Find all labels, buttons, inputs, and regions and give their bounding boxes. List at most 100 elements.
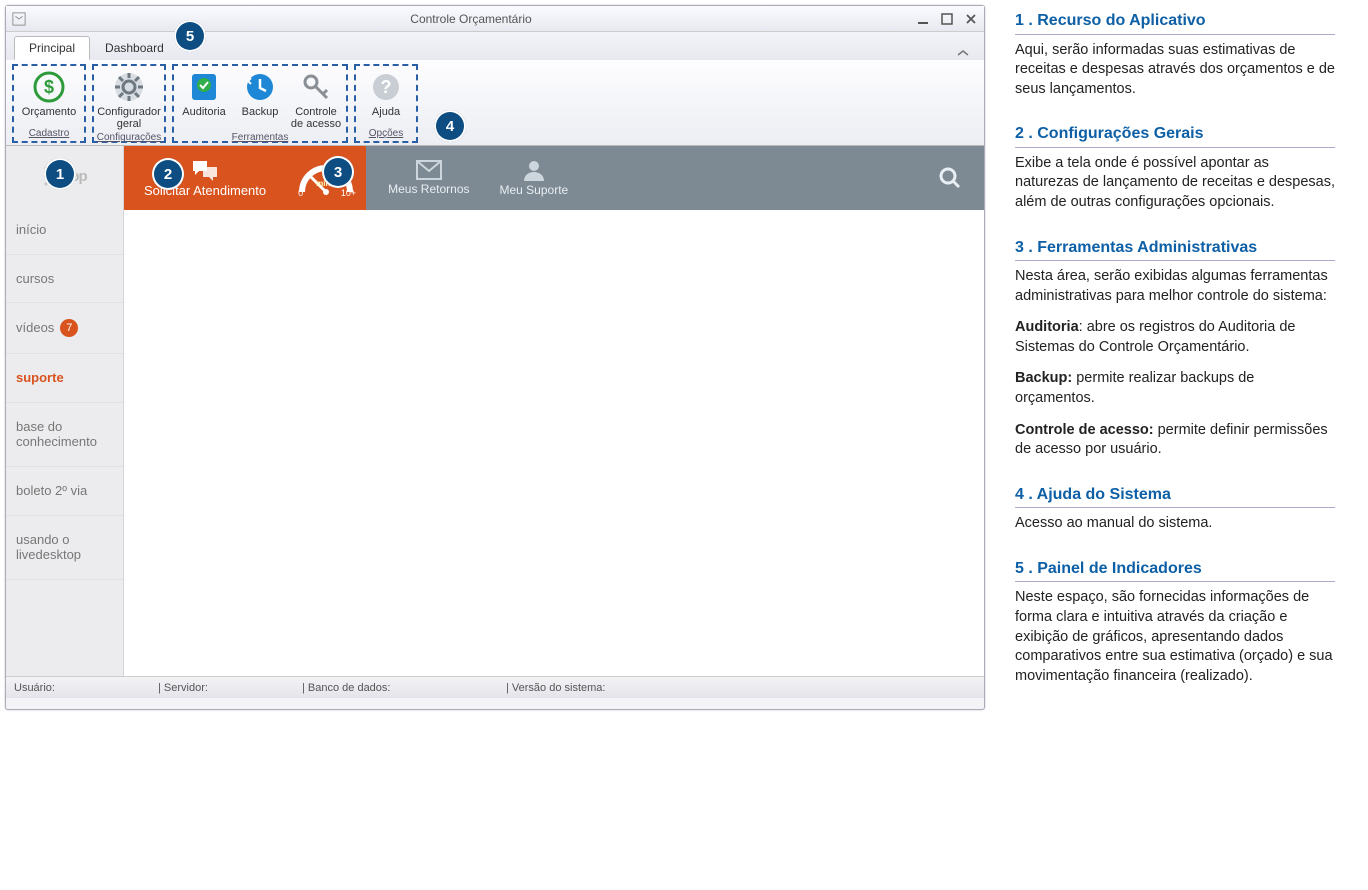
configurador-geral-button[interactable]: Configurador geral — [96, 68, 162, 132]
ribbon-btn-label: Ajuda — [372, 106, 400, 118]
doc-definition: Backup: permite realizar backups de orça… — [1015, 369, 1335, 408]
doc-body: Aqui, serão informadas suas estimativas … — [1015, 41, 1335, 100]
ribbon-collapse-icon[interactable] — [950, 46, 976, 60]
sidebar-item-label: início — [16, 222, 46, 238]
doc-body: Exibe a tela onde é possível apontar as … — [1015, 154, 1335, 213]
action-label: Meus Retornos — [388, 182, 469, 196]
solicitar-atendimento-button[interactable]: Solicitar Atendimento — [124, 146, 286, 210]
doc-paragraph: Exibe a tela onde é possível apontar as … — [1015, 154, 1335, 213]
doc-section: 5 . Painel de Indicadores Neste espaço, s… — [1015, 558, 1335, 686]
content-area: top início cursos vídeos 7 suporte base … — [6, 146, 984, 676]
minimize-icon[interactable] — [916, 12, 930, 26]
callout-2: 2 — [152, 158, 184, 190]
doc-title: 1 . Recurso do Aplicativo — [1015, 10, 1335, 35]
callout-3: 3 — [322, 156, 354, 188]
ribbon-btn-label: Orçamento — [22, 106, 76, 118]
page-body: Solicitar Atendimento 0 min 10+ — [124, 146, 984, 676]
ribbon-btn-label: Configurador geral — [97, 106, 161, 130]
ribbon-btn-label: Controle de acesso — [290, 106, 342, 130]
callout-4: 4 — [434, 110, 466, 142]
ribbon-btn-label: Auditoria — [182, 106, 225, 118]
backup-icon — [243, 70, 277, 104]
maximize-icon[interactable] — [940, 12, 954, 26]
close-icon[interactable] — [964, 12, 978, 26]
titlebar: Controle Orçamentário — [6, 6, 984, 32]
doc-body: Acesso ao manual do sistema. — [1015, 514, 1335, 534]
content-canvas — [124, 210, 984, 676]
person-icon — [522, 159, 546, 181]
sidebar-item-label: boleto 2º via — [16, 483, 87, 499]
doc-body: Nesta área, serão exibidas algumas ferra… — [1015, 267, 1335, 460]
sidebar-item-cursos[interactable]: cursos — [6, 255, 123, 304]
sidebar-item-label: vídeos — [16, 320, 54, 336]
gauge-max: 10+ — [341, 188, 356, 198]
help-icon: ? — [369, 70, 403, 104]
doc-body: Neste espaço, são fornecidas informações… — [1015, 588, 1335, 686]
ribbon-group-ferramentas: Auditoria Backup Controle de acesso — [172, 64, 348, 143]
sidebar-item-label: cursos — [16, 271, 54, 287]
ribbon-group-cadastro: $ Orçamento Cadastro — [12, 64, 86, 143]
ribbon-group-label: Ferramentas — [232, 132, 289, 145]
ribbon-tab-principal[interactable]: Principal — [14, 36, 90, 60]
key-icon — [299, 70, 333, 104]
window-title: Controle Orçamentário — [26, 12, 916, 26]
doc-section: 1 . Recurso do Aplicativo Aqui, serão inf… — [1015, 10, 1335, 99]
status-usuario: Usuário: — [14, 682, 154, 694]
doc-panel: 1 . Recurso do Aplicativo Aqui, serão inf… — [1015, 0, 1345, 710]
ribbon-group-label: Configurações — [97, 132, 161, 145]
auditoria-button[interactable]: Auditoria — [176, 68, 232, 132]
ribbon-group-label: Opções — [369, 128, 403, 141]
sidebar-item-boleto[interactable]: boleto 2º via — [6, 467, 123, 516]
sidebar-item-base-conhecimento[interactable]: base do conhecimento — [6, 403, 123, 467]
doc-section: 4 . Ajuda do SistemaAcesso ao manual do … — [1015, 484, 1335, 534]
doc-paragraph: Acesso ao manual do sistema. — [1015, 514, 1335, 534]
shield-check-icon — [187, 70, 221, 104]
sidebar-item-label: usando o livedesktop — [16, 532, 113, 563]
chat-icon — [191, 159, 219, 181]
app-menu-icon[interactable] — [12, 12, 26, 26]
status-banco: | Banco de dados: — [302, 682, 502, 694]
statusbar: Usuário: | Servidor: | Banco de dados: |… — [6, 676, 984, 698]
status-versao: | Versão do sistema: — [506, 682, 646, 694]
ribbon-btn-label: Backup — [242, 106, 279, 118]
doc-definition: Controle de acesso: permite definir perm… — [1015, 421, 1335, 460]
svg-text:?: ? — [381, 77, 392, 97]
status-servidor: | Servidor: — [158, 682, 298, 694]
search-icon[interactable] — [938, 166, 962, 190]
gray-action-bar: Meus Retornos Meu Suporte — [366, 146, 984, 210]
ajuda-button[interactable]: ? Ajuda — [358, 68, 414, 120]
callout-5: 5 — [174, 20, 206, 52]
ribbon-tabs: Principal Dashboard — [6, 32, 984, 60]
svg-text:$: $ — [44, 77, 54, 97]
meu-suporte-button[interactable]: Meu Suporte — [500, 159, 569, 197]
sidebar: top início cursos vídeos 7 suporte base … — [6, 146, 124, 676]
gauge-min: 0 — [298, 188, 303, 198]
sidebar-item-livedesktop[interactable]: usando o livedesktop — [6, 516, 123, 580]
sidebar-item-videos[interactable]: vídeos 7 — [6, 303, 123, 354]
doc-section: 2 . Configurações Gerais Exibe a tela ond… — [1015, 123, 1335, 212]
gear-icon — [112, 70, 146, 104]
ribbon-tab-dashboard[interactable]: Dashboard — [90, 36, 179, 60]
envelope-icon — [416, 160, 442, 180]
ribbon-group-label: Cadastro — [29, 128, 70, 141]
doc-title: 5 . Painel de Indicadores — [1015, 558, 1335, 583]
doc-title: 2 . Configurações Gerais — [1015, 123, 1335, 148]
sidebar-item-inicio[interactable]: início — [6, 206, 123, 255]
top-action-bar: Solicitar Atendimento 0 min 10+ — [124, 146, 984, 210]
doc-paragraph: Nesta área, serão exibidas algumas ferra… — [1015, 267, 1335, 306]
badge: 7 — [60, 319, 78, 337]
doc-paragraph: Neste espaço, são fornecidas informações… — [1015, 588, 1335, 686]
sidebar-item-suporte[interactable]: suporte — [6, 354, 123, 403]
doc-paragraph: Aqui, serão informadas suas estimativas … — [1015, 41, 1335, 100]
app-window: 1 2 3 4 5 Controle Orçamentário Principa… — [5, 5, 985, 710]
meus-retornos-button[interactable]: Meus Retornos — [388, 160, 469, 196]
doc-definition: Auditoria: abre os registros do Auditori… — [1015, 318, 1335, 357]
ribbon-group-opcoes: ? Ajuda Opções — [354, 64, 418, 143]
sidebar-item-label: base do conhecimento — [16, 419, 113, 450]
ribbon: $ Orçamento Cadastro Configurador geral — [6, 60, 984, 146]
action-label: Meu Suporte — [500, 183, 569, 197]
backup-button[interactable]: Backup — [232, 68, 288, 132]
doc-section: 3 . Ferramentas AdministrativasNesta áre… — [1015, 237, 1335, 460]
orcamento-button[interactable]: $ Orçamento — [16, 68, 82, 120]
controle-acesso-button[interactable]: Controle de acesso — [288, 68, 344, 132]
